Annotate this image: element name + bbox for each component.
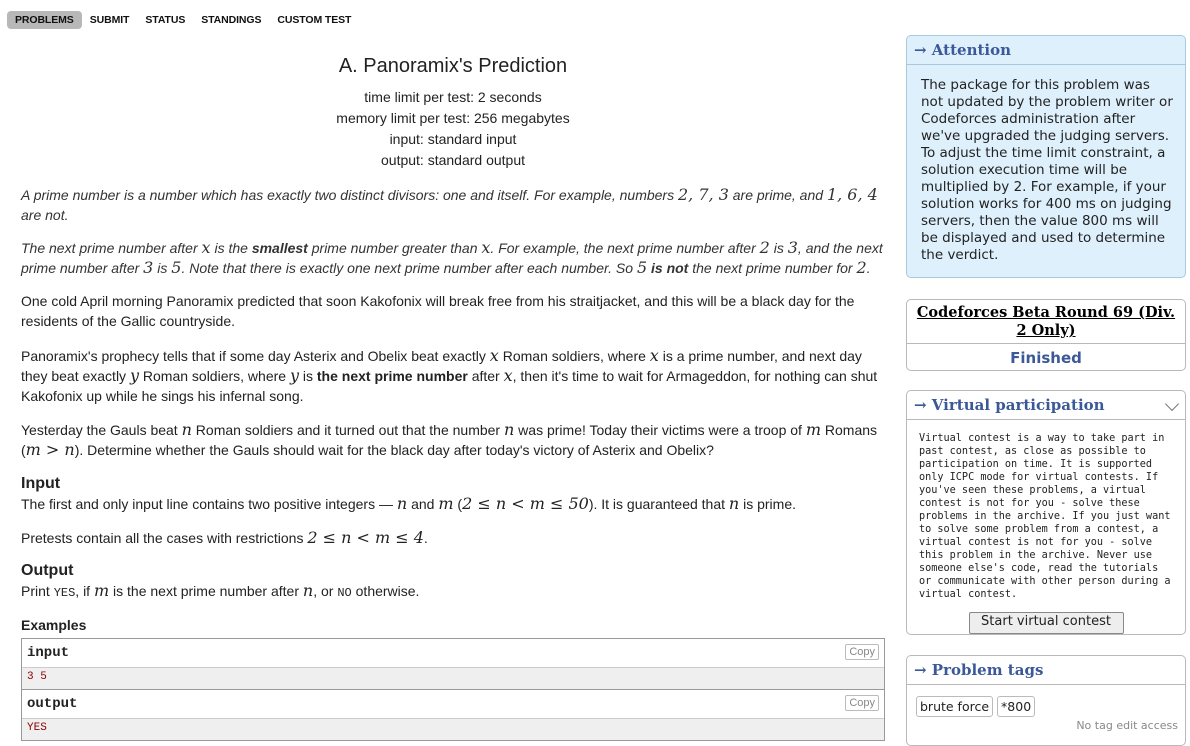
example-input-header: input Copy (22, 639, 884, 668)
legend-paragraph-1: A prime number is a number which has exa… (21, 185, 878, 223)
problem-tags-title: → Problem tags (907, 656, 1185, 685)
example-output-header: output Copy (22, 690, 884, 719)
problem-tags-box: → Problem tags brute force *800 No tag e… (906, 655, 1186, 746)
input-file: input: standard input (389, 131, 517, 147)
attention-text: The package for this problem was not upd… (921, 77, 1173, 263)
legend-paragraph-3: One cold April morning Panoramix predict… (21, 293, 855, 329)
contest-name-link[interactable]: Codeforces Beta Round 69 (Div. 2 Only) (907, 300, 1185, 344)
input-section-title: Input (21, 475, 61, 492)
tag-edit-note: No tag edit access (1076, 719, 1178, 732)
example-input-value: 3 5 (22, 668, 884, 690)
output-specification: Output Print YES, if m is the next prime… (21, 562, 885, 603)
legend-paragraph-4: Panoramix's prophecy tells that if some … (21, 346, 878, 404)
output-section-title: Output (21, 562, 74, 579)
nav-status[interactable]: Status (137, 11, 193, 29)
examples-title: Examples (21, 617, 87, 633)
legend-paragraph-2: The next prime number after x is the sma… (21, 238, 883, 277)
example-output-label: output (27, 696, 78, 712)
tag-difficulty[interactable]: *800 (997, 696, 1036, 717)
problem-header: A. Panoramix's Prediction time limit per… (0, 55, 885, 171)
time-limit: time limit per test: 2 seconds (364, 89, 542, 105)
input-paragraph-2: Pretests contain all the cases with rest… (21, 528, 428, 547)
contest-box: Codeforces Beta Round 69 (Div. 2 Only) F… (906, 299, 1186, 371)
examples-section: Examples input Copy 3 5 output Copy YES (21, 617, 885, 741)
attention-title: → Attention (907, 36, 1185, 65)
example-input-label: input (27, 645, 70, 661)
top-nav: Problems Submit Status Standings Custom … (7, 10, 359, 29)
virtual-participation-title: → Virtual participation (907, 391, 1185, 420)
attention-box: → Attention The package for this problem… (906, 35, 1186, 278)
memory-limit: memory limit per test: 256 megabytes (336, 110, 570, 126)
example-output-value: YES (22, 719, 884, 740)
contest-phase: Finished (1010, 349, 1082, 367)
nav-custom-test[interactable]: Custom test (269, 11, 359, 29)
tag-brute-force[interactable]: brute force (916, 696, 994, 717)
output-paragraph: Print YES, if m is the next prime number… (21, 581, 420, 600)
virtual-participation-text: Virtual contest is a way to take part in… (919, 433, 1171, 600)
copy-output-button[interactable]: Copy (845, 695, 879, 711)
copy-input-button[interactable]: Copy (845, 644, 879, 660)
input-specification: Input The first and only input line cont… (21, 475, 885, 548)
legend-paragraph-5: Yesterday the Gauls beat n Roman soldier… (21, 420, 878, 459)
problem-title: A. Panoramix's Prediction (338, 55, 568, 77)
nav-submit[interactable]: Submit (82, 11, 138, 29)
problem-statement: A. Panoramix's Prediction time limit per… (21, 38, 885, 741)
example-block: input Copy 3 5 output Copy YES (21, 638, 885, 741)
problem-legend: A prime number is a number which has exa… (21, 185, 885, 460)
input-paragraph-1: The first and only input line contains t… (21, 494, 797, 513)
virtual-participation-box: → Virtual participation Virtual contest … (906, 390, 1186, 635)
tag-list: brute force *800 (907, 685, 1185, 717)
start-virtual-contest-button[interactable]: Start virtual contest (968, 612, 1124, 634)
nav-standings[interactable]: Standings (193, 11, 269, 29)
output-file: output: standard output (381, 152, 525, 168)
nav-problems[interactable]: Problems (7, 10, 82, 29)
